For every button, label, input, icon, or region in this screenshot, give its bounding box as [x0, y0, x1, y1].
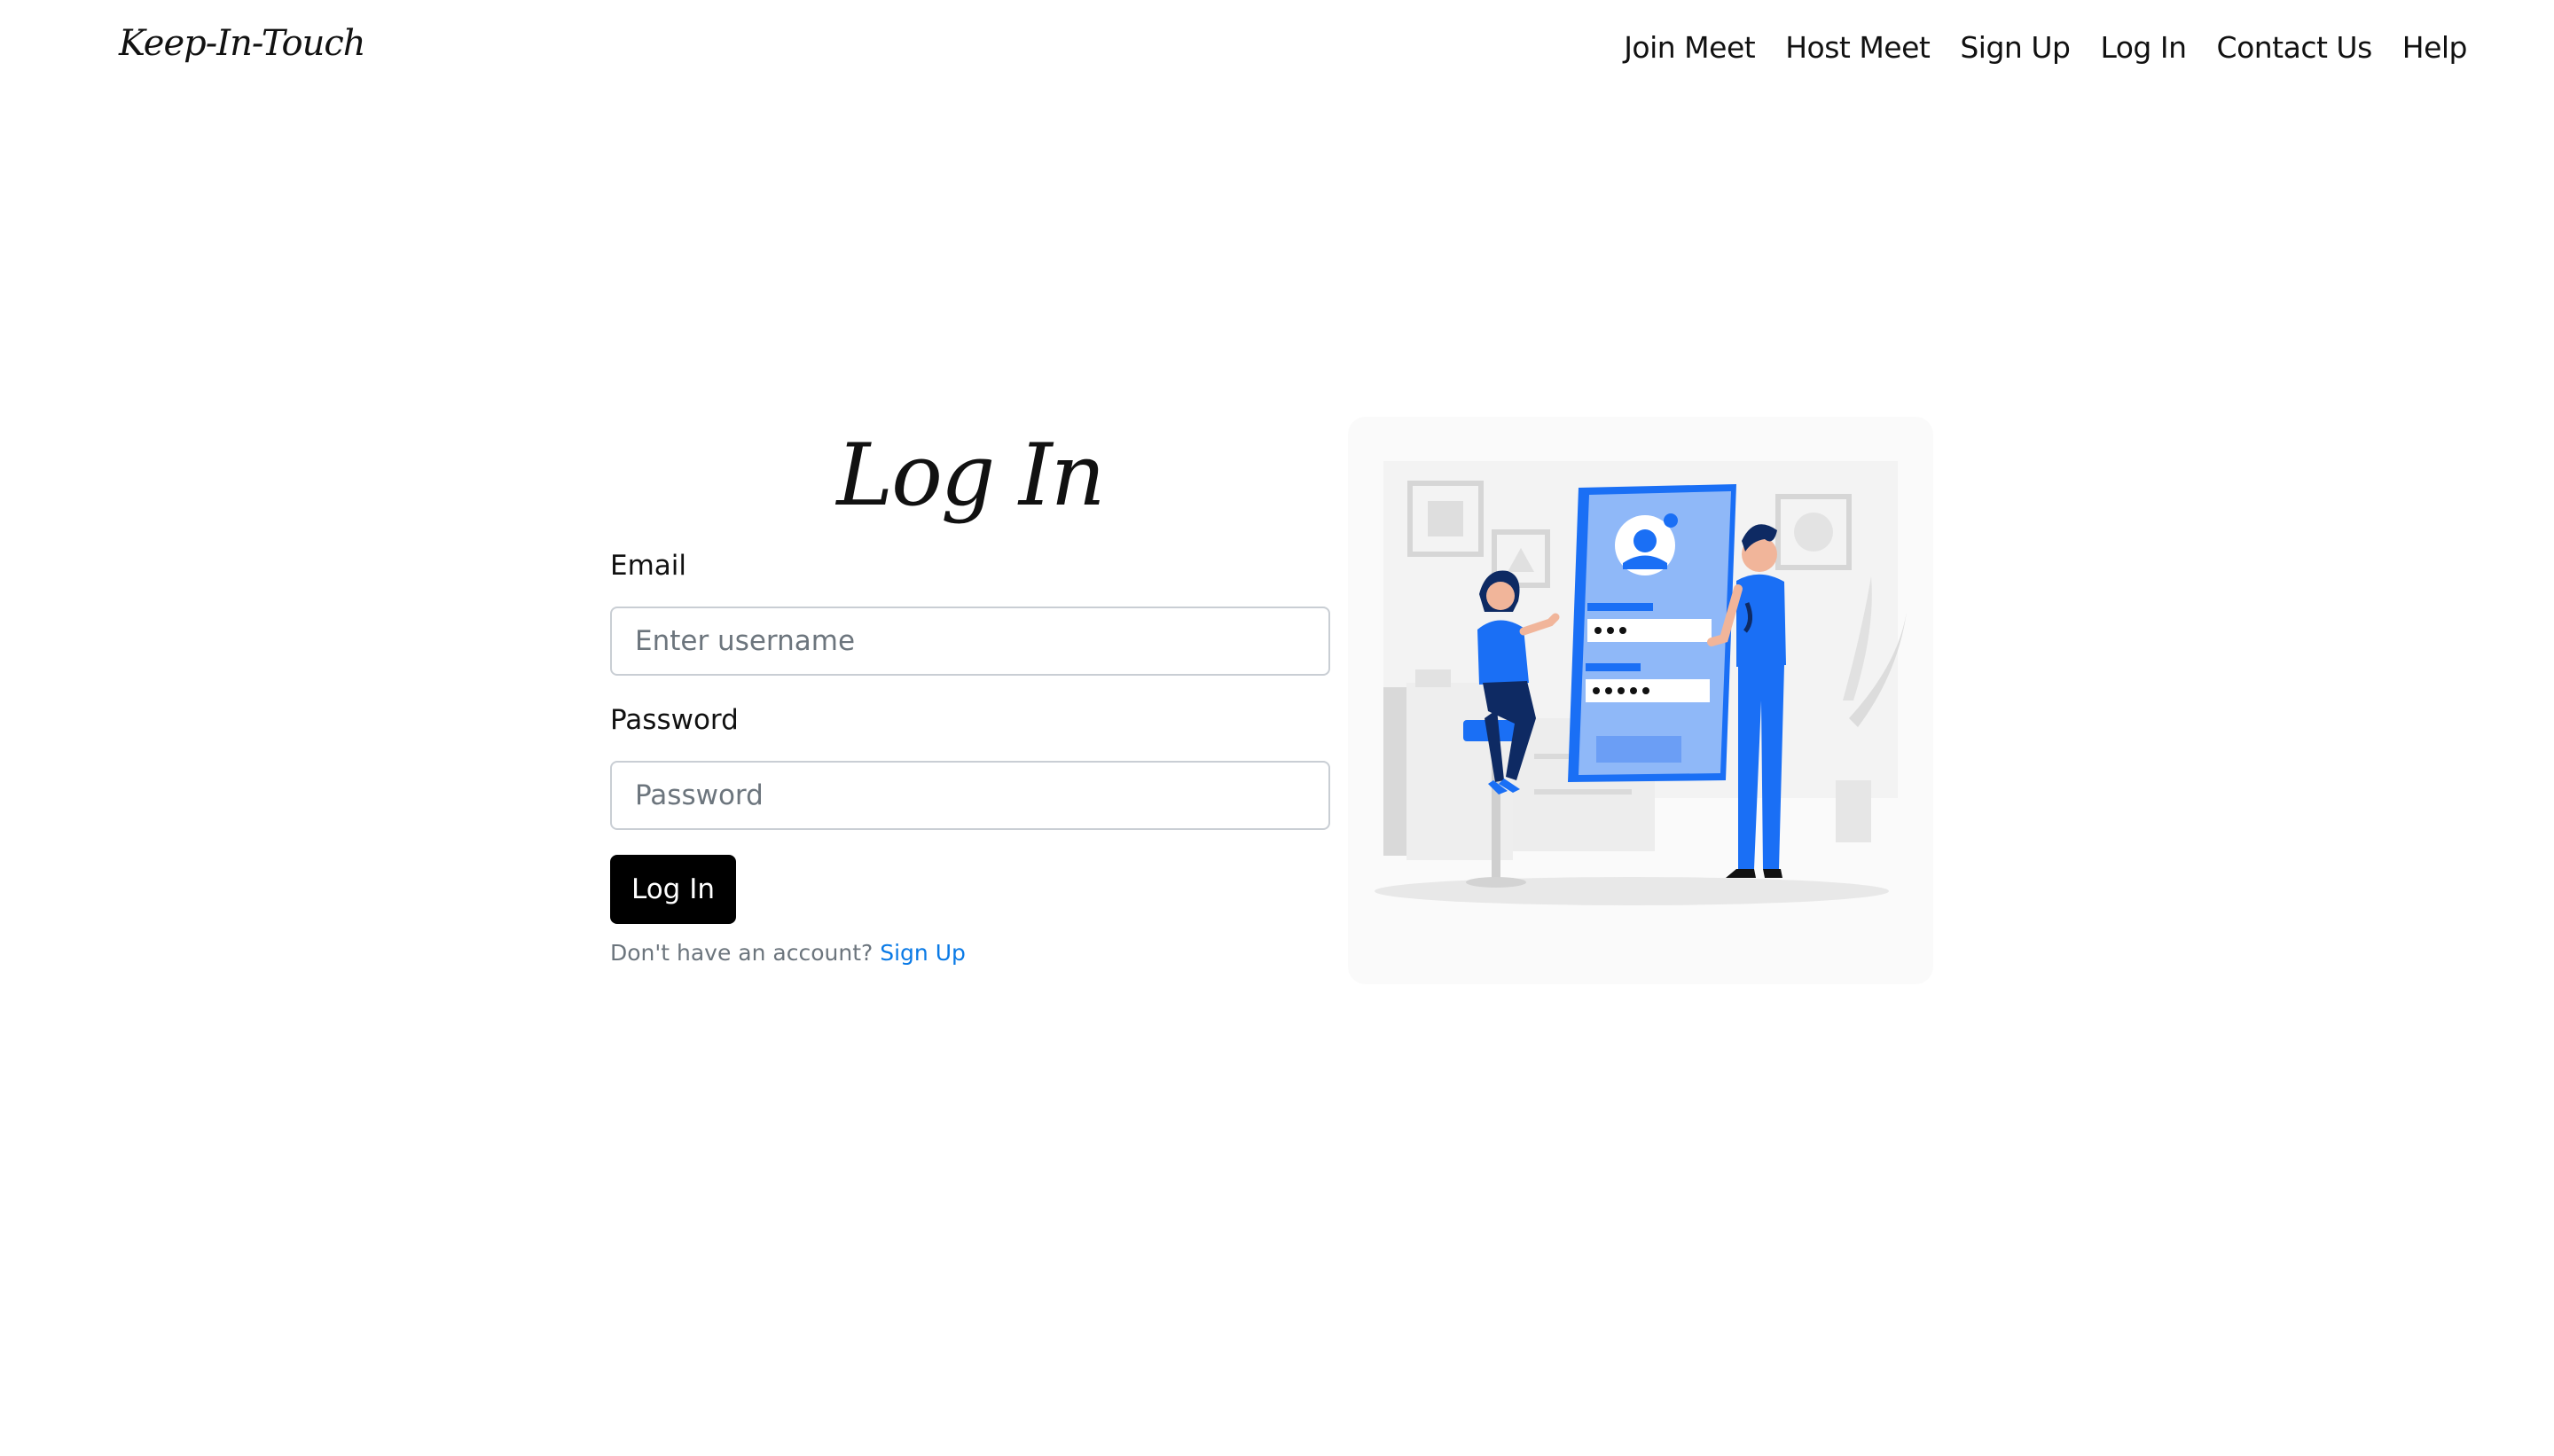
nav-log-in[interactable]: Log In	[2100, 30, 2187, 65]
login-illustration	[1330, 399, 1951, 1002]
nav-links: Join Meet Host Meet Sign Up Log In Conta…	[1624, 30, 2467, 65]
nav-sign-up[interactable]: Sign Up	[1960, 30, 2071, 65]
brand-logo[interactable]: Keep-In-Touch	[119, 23, 366, 64]
nav-help[interactable]: Help	[2402, 30, 2468, 65]
login-title: Log In	[836, 426, 1105, 525]
signup-link[interactable]: Sign Up	[880, 940, 966, 966]
nav-contact-us[interactable]: Contact Us	[2217, 30, 2373, 65]
email-input[interactable]	[610, 607, 1330, 676]
password-label: Password	[610, 704, 739, 736]
password-input[interactable]	[610, 761, 1330, 830]
login-submit-button[interactable]: Log In	[610, 855, 736, 924]
signup-prompt: Don't have an account?	[610, 940, 874, 966]
navbar: Keep-In-Touch Join Meet Host Meet Sign U…	[0, 0, 2554, 101]
nav-host-meet[interactable]: Host Meet	[1785, 30, 1931, 65]
nav-join-meet[interactable]: Join Meet	[1624, 30, 1756, 65]
email-label: Email	[610, 550, 687, 582]
signup-hint: Don't have an account? Sign Up	[610, 940, 966, 966]
